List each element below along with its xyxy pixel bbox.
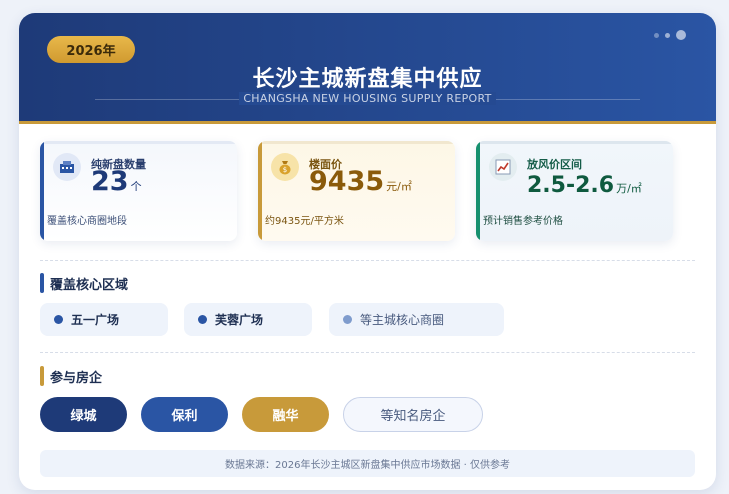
section-accent-bar (40, 273, 44, 293)
chart-up-icon (489, 153, 517, 181)
building-icon (53, 153, 81, 181)
stat-unit: 万/㎡ (616, 182, 642, 195)
stat-number: 2.5-2.6 (527, 173, 615, 198)
stat-accent-bar (476, 141, 480, 241)
dot-icon (665, 32, 670, 38)
developer-tag-others: 等知名房企 (343, 397, 483, 432)
section-accent-bar (40, 366, 44, 386)
area-tag-label: 五一广场 (71, 313, 120, 327)
developers-title-text: 参与房企 (50, 370, 103, 386)
stat-number: 9435 (309, 166, 385, 197)
stat-top-rule (480, 141, 673, 144)
stat-accent-bar (40, 141, 44, 241)
area-tag-label: 等主城核心商圈 (360, 313, 445, 327)
page-title: 长沙主城新盘集中供应 (252, 67, 483, 92)
areas-title-text: 覆盖核心区域 (50, 277, 129, 293)
bullet-icon (343, 315, 352, 324)
section-divider (40, 352, 695, 353)
developer-tag-baoli: 保利 (141, 397, 228, 432)
stat-card-price-range: 放风价区间 2.5-2.6 万/㎡ 预计销售参考价格 (476, 141, 673, 241)
dot-icon (654, 32, 659, 38)
decorative-dots (654, 30, 686, 40)
area-tag-others: 等主城核心商圈 (329, 303, 504, 336)
stat-top-rule (262, 141, 455, 144)
stat-note: 约9435元/平方米 (265, 216, 344, 227)
money-bag-icon: $ (271, 153, 299, 181)
stat-card-new-projects: 纯新盘数量 23 个 覆盖核心商圈地段 (40, 141, 237, 241)
page-subtitle: CHANGSHA NEW HOUSING SUPPLY REPORT (19, 92, 716, 105)
svg-text:$: $ (283, 166, 287, 174)
stat-top-rule (44, 141, 237, 144)
developer-tag-lvcheng: 绿城 (40, 397, 127, 432)
stat-card-land-price: $ 楼面价 9435 元/㎡ 约9435元/平方米 (258, 141, 455, 241)
stat-value: 9435 元/㎡ (309, 167, 412, 202)
section-divider (40, 260, 695, 261)
subtitle-text: CHANGSHA NEW HOUSING SUPPLY REPORT (239, 92, 496, 105)
developers-section-title: 参与房企 (40, 366, 102, 386)
area-tag-wuyi: 五一广场 (40, 303, 168, 336)
stat-number: 23 (91, 166, 129, 197)
area-tag-label: 芙蓉广场 (215, 313, 264, 327)
stat-unit: 元/㎡ (386, 180, 412, 193)
stat-value: 2.5-2.6 万/㎡ (527, 171, 642, 204)
stat-label: 放风价区间 (527, 158, 582, 171)
dot-icon (676, 30, 686, 40)
report-card: 2026年 长沙主城新盘集中供应 CHANGSHA NEW HOUSING SU… (19, 13, 716, 490)
stat-note: 覆盖核心商圈地段 (47, 216, 127, 227)
bullet-icon (54, 315, 63, 324)
data-source-footer: 数据来源：2026年长沙主城区新盘集中供应市场数据 · 仅供参考 (40, 450, 695, 477)
year-badge: 2026年 (47, 36, 135, 63)
header-banner: 2026年 长沙主城新盘集中供应 CHANGSHA NEW HOUSING SU… (19, 13, 716, 124)
areas-section-title: 覆盖核心区域 (40, 273, 128, 293)
stat-accent-bar (258, 141, 262, 241)
stat-value: 23 个 (91, 167, 142, 202)
stat-unit: 个 (130, 180, 142, 193)
area-tag-furong: 芙蓉广场 (184, 303, 312, 336)
stat-note: 预计销售参考价格 (483, 216, 563, 227)
developer-tag-ronghua: 融华 (242, 397, 329, 432)
bullet-icon (198, 315, 207, 324)
